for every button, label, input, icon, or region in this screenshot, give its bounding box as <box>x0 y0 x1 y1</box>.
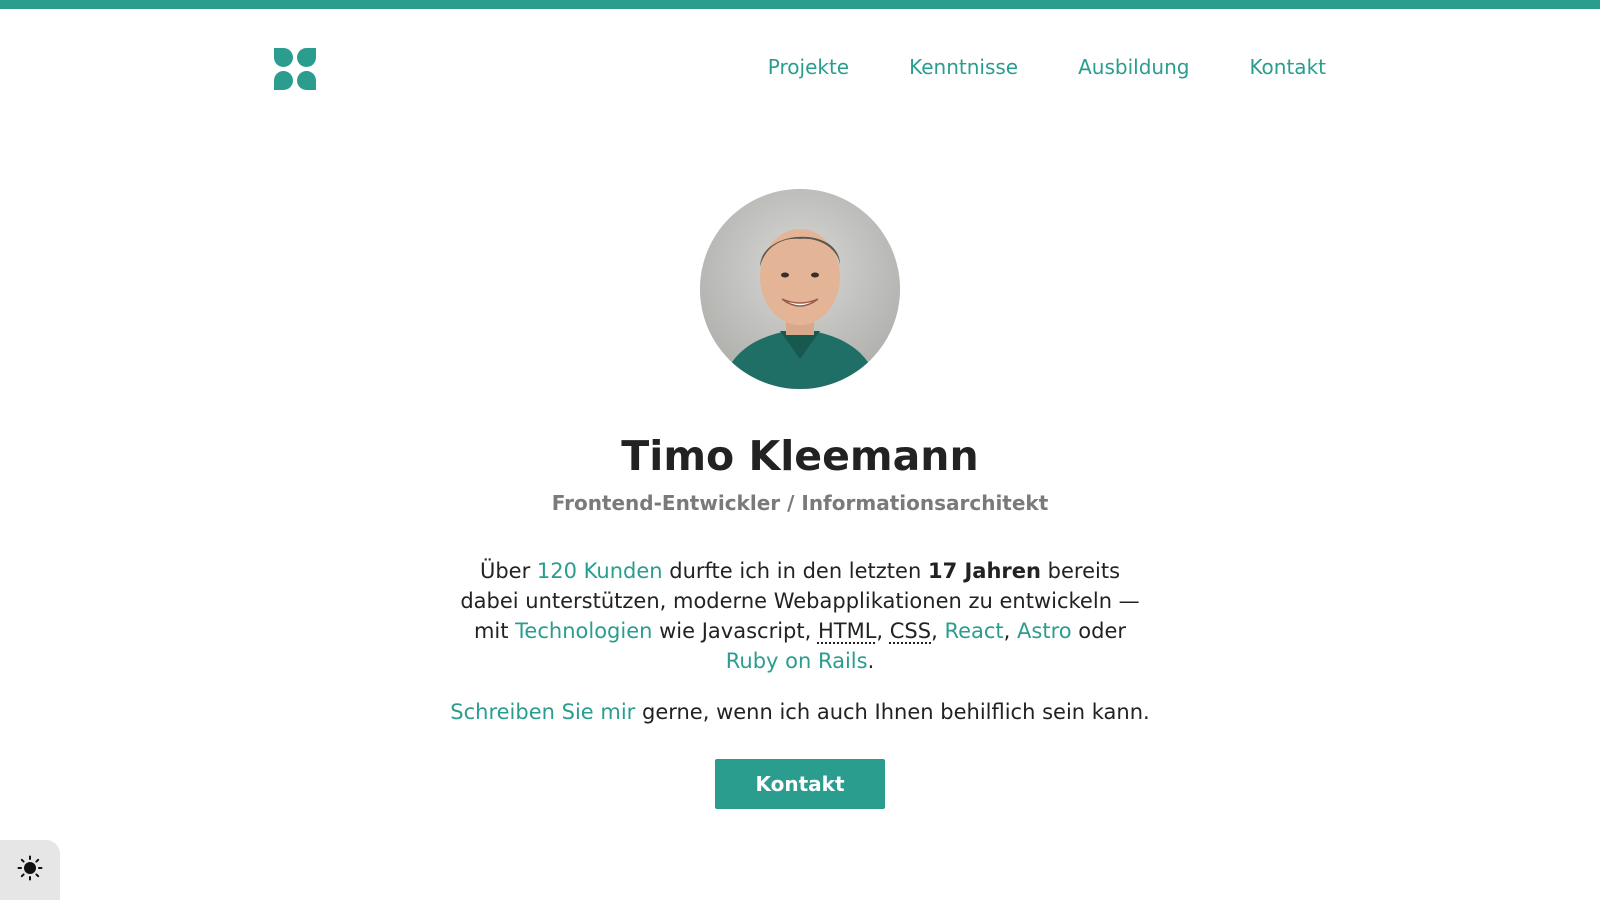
years-highlight: 17 Jahren <box>927 559 1041 583</box>
nav-link-ausbildung[interactable]: Ausbildung <box>1078 55 1189 79</box>
contact-invite-line: Schreiben Sie mir gerne, wenn ich auch I… <box>0 697 1600 727</box>
astro-link[interactable]: Astro <box>1017 619 1072 643</box>
intro-text: . <box>867 649 875 673</box>
site-header: Projekte Kenntnisse Ausbildung Kontakt <box>0 0 1600 120</box>
profile-name: Timo Kleemann <box>621 432 979 480</box>
main-nav: Projekte Kenntnisse Ausbildung Kontakt <box>768 55 1326 79</box>
write-me-link[interactable]: Schreiben Sie mir <box>450 700 635 724</box>
contact-invite-text: gerne, wenn ich auch Ihnen behilflich se… <box>635 700 1150 724</box>
nav-link-kenntnisse[interactable]: Kenntnisse <box>909 55 1018 79</box>
theme-toggle-button[interactable] <box>0 840 60 900</box>
nav-link-projekte[interactable]: Projekte <box>768 55 849 79</box>
nav-link-kontakt[interactable]: Kontakt <box>1249 55 1326 79</box>
technologies-link[interactable]: Technologien <box>515 619 652 643</box>
profile-subtitle: Frontend-Entwickler / Informationsarchit… <box>551 491 1049 515</box>
customers-link[interactable]: 120 Kunden <box>537 559 663 583</box>
react-link[interactable]: React <box>944 619 1003 643</box>
css-abbr: CSS <box>889 619 932 643</box>
intro-text: durfte ich in den letzten <box>662 559 928 583</box>
sun-icon <box>17 855 43 885</box>
intro-text: , <box>876 619 890 643</box>
ruby-on-rails-link[interactable]: Ruby on Rails <box>726 649 868 673</box>
contact-button[interactable]: Kontakt <box>715 759 885 809</box>
intro-text: Über <box>479 559 537 583</box>
profile-avatar <box>700 189 900 389</box>
intro-text: , <box>1003 619 1018 643</box>
intro-paragraph: Über 120 Kunden durfte ich in den letzte… <box>455 556 1145 676</box>
intro-text: , <box>931 619 945 643</box>
clover-logo-icon[interactable] <box>274 48 316 90</box>
html-abbr: HTML <box>817 619 877 643</box>
intro-text: wie Javascript, <box>652 619 818 643</box>
intro-text: oder <box>1071 619 1127 643</box>
